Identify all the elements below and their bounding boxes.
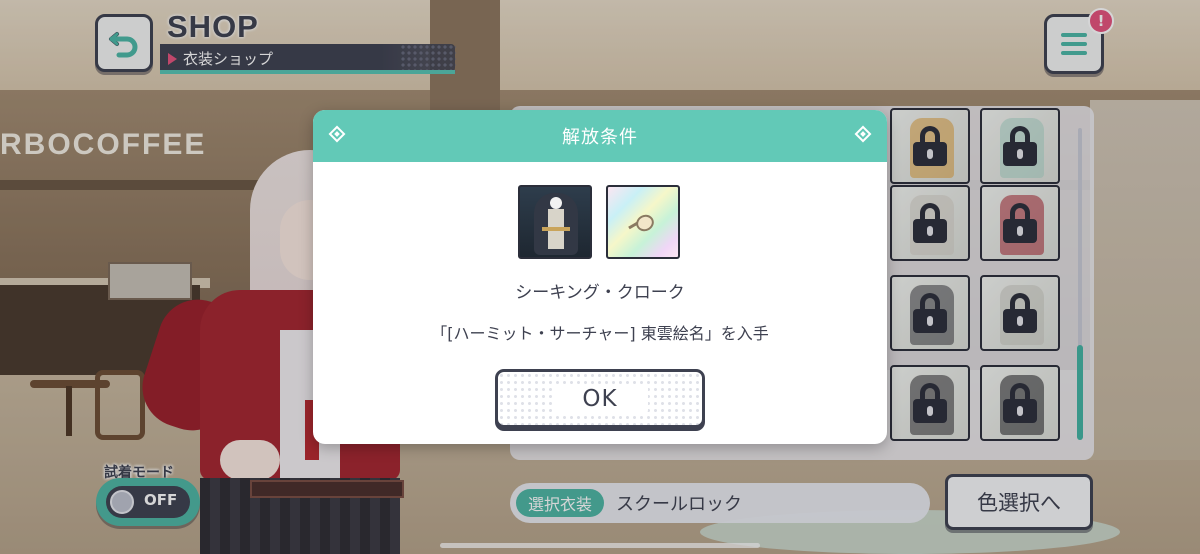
unlock-condition-dialog: 解放条件 シーキング・クローク 「[ハーミット・サーチャー] 東雲絵名」を入手 … — [313, 110, 887, 444]
dialog-header: 解放条件 — [313, 110, 887, 162]
unlock-condition-text: 「[ハーミット・サーチャー] 東雲絵名」を入手 — [431, 324, 769, 343]
dialog-title: 解放条件 — [562, 127, 638, 148]
accessory-item — [633, 211, 657, 235]
costume-band — [542, 227, 570, 231]
accessory-thumbnail — [606, 185, 680, 259]
costume-flower — [550, 197, 562, 209]
ok-button-face: OK — [552, 383, 648, 414]
ok-button-label: OK — [582, 385, 618, 412]
costume-name: シーキング・クローク — [515, 283, 685, 303]
costume-thumbnail — [518, 185, 592, 259]
ok-button[interactable]: OK — [495, 369, 705, 428]
